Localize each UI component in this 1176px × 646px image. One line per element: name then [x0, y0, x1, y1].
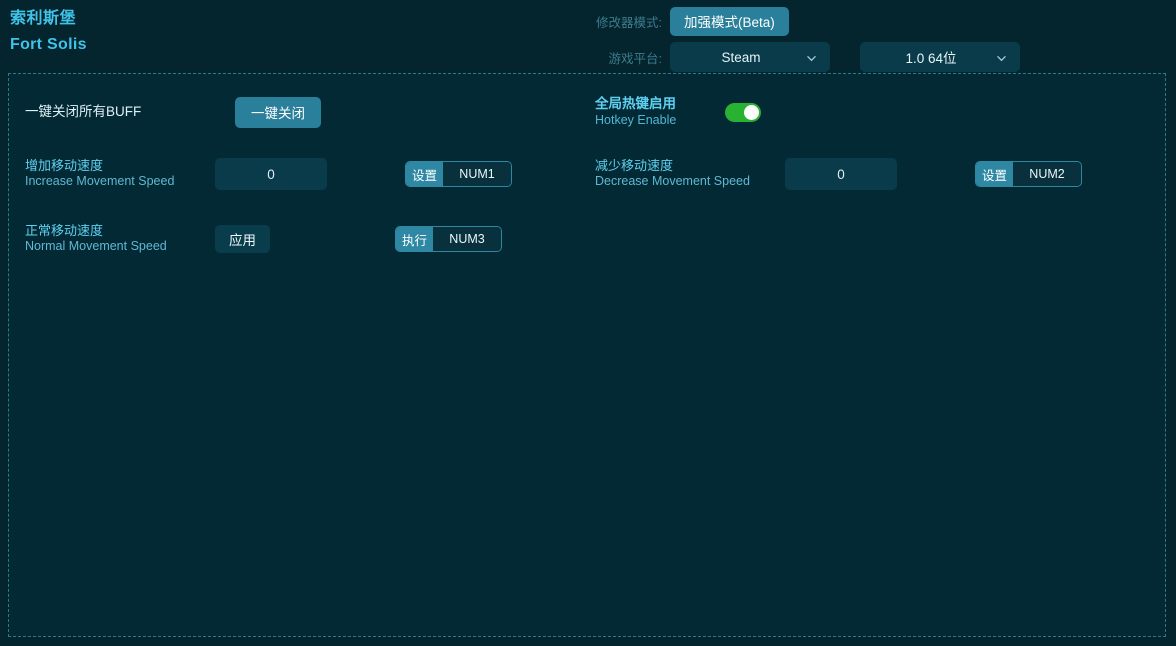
increase-movement-speed-input[interactable] — [215, 158, 327, 190]
normal-movement-speed-label: 正常移动速度 Normal Movement Speed — [25, 223, 167, 254]
chevron-down-icon — [807, 54, 816, 63]
cheat-options-panel: 一键关闭所有BUFF 一键关闭 全局热键启用 Hotkey Enable 增加移… — [8, 73, 1166, 637]
normal-movement-speed-apply-button[interactable]: 应用 — [215, 225, 270, 253]
app-header: 索利斯堡 Fort Solis 修改器模式: 加强模式(Beta) 游戏平台: … — [0, 0, 1176, 73]
version-select-value: 1.0 64位 — [905, 51, 957, 66]
row-increase-movement-speed: 增加移动速度 Increase Movement Speed 设置 NUM1 — [25, 154, 545, 194]
row-hotkey-enable: 全局热键启用 Hotkey Enable — [595, 92, 925, 132]
normal-movement-speed-hotkey[interactable]: 执行 NUM3 — [395, 226, 503, 252]
decrease-movement-speed-label: 减少移动速度 Decrease Movement Speed — [595, 158, 750, 189]
row-decrease-movement-speed: 减少移动速度 Decrease Movement Speed 设置 NUM2 — [595, 154, 1115, 194]
hotkey-set-label: 设置 — [976, 162, 1014, 186]
row-normal-movement-speed: 正常移动速度 Normal Movement Speed 应用 执行 NUM3 — [25, 219, 545, 259]
header-controls: 修改器模式: 加强模式(Beta) 游戏平台: Steam 1.0 64位 — [580, 6, 1170, 78]
close-all-buffs-label: 一键关闭所有BUFF — [25, 103, 142, 119]
hotkey-key-label: NUM3 — [433, 227, 502, 251]
version-select[interactable]: 1.0 64位 — [860, 42, 1020, 72]
hotkey-set-label: 执行 — [396, 227, 434, 251]
game-title-en: Fort Solis — [10, 36, 87, 53]
close-all-buffs-button[interactable]: 一键关闭 — [235, 96, 321, 128]
trainer-mode-button[interactable]: 加强模式(Beta) — [670, 6, 789, 36]
hotkey-set-label: 设置 — [406, 162, 444, 186]
trainer-mode-label: 修改器模式: — [596, 15, 662, 30]
game-title-cn: 索利斯堡 — [10, 10, 77, 27]
trainer-mode-row: 修改器模式: 加强模式(Beta) — [580, 6, 1170, 36]
app-title-block: 索利斯堡 Fort Solis — [10, 8, 87, 56]
hotkey-key-label: NUM2 — [1013, 162, 1082, 186]
hotkey-enable-toggle[interactable] — [725, 102, 761, 122]
increase-movement-speed-label: 增加移动速度 Increase Movement Speed — [25, 158, 175, 189]
decrease-movement-speed-hotkey[interactable]: 设置 NUM2 — [975, 161, 1083, 187]
hotkey-enable-label: 全局热键启用 Hotkey Enable — [595, 95, 677, 127]
platform-select[interactable]: Steam — [670, 42, 830, 72]
toggle-knob — [744, 104, 759, 120]
chevron-down-icon — [997, 54, 1006, 63]
hotkey-key-label: NUM1 — [443, 162, 512, 186]
game-platform-label: 游戏平台: — [608, 51, 662, 66]
decrease-movement-speed-input[interactable] — [785, 158, 897, 190]
increase-movement-speed-hotkey[interactable]: 设置 NUM1 — [405, 161, 513, 187]
platform-select-value: Steam — [721, 49, 761, 65]
row-close-all-buffs: 一键关闭所有BUFF 一键关闭 — [25, 92, 355, 132]
game-platform-row: 游戏平台: Steam 1.0 64位 — [580, 42, 1170, 72]
